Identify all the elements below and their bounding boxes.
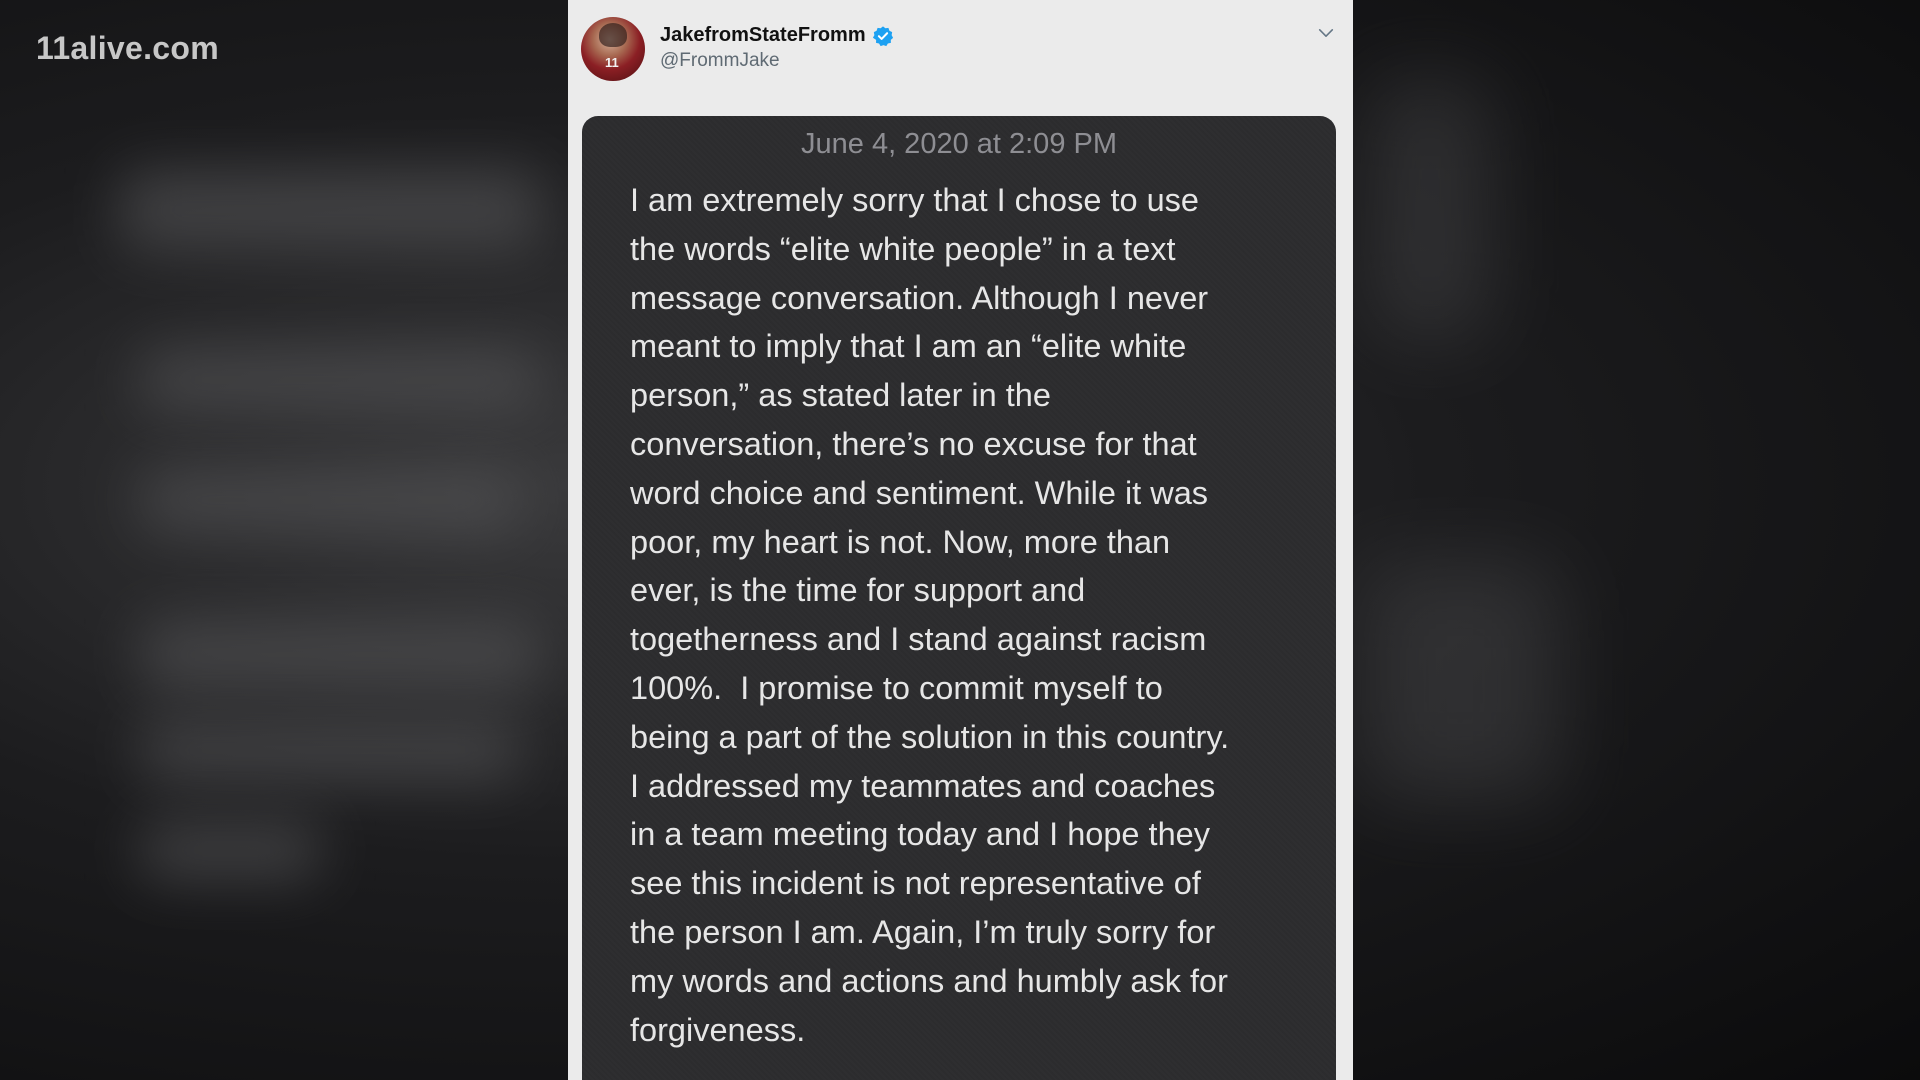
video-frame: 11alive.com 11 JakefromStateFromm @Fromm… (0, 0, 1920, 1080)
statement-line: conversation, there’s no excuse for that (630, 425, 1197, 462)
verified-badge-icon (872, 25, 893, 46)
attached-screenshot-image[interactable]: June 4, 2020 at 2:09 PM I am extremely s… (582, 116, 1336, 1080)
statement-line: I am extremely sorry that I chose to use (630, 182, 1199, 218)
statement-line: word choice and sentiment. While it was (630, 474, 1209, 511)
blurred-background-block (140, 470, 520, 530)
channel-watermark: 11alive.com (36, 30, 219, 66)
statement-line: see this incident is not representative … (630, 865, 1201, 902)
statement-line: the person I am. Again, I’m truly sorry … (630, 913, 1216, 950)
statement-line: the words “elite white people” in a text (630, 230, 1176, 267)
blurred-background-block (1370, 80, 1490, 340)
chevron-down-icon[interactable] (1317, 24, 1335, 42)
display-name[interactable]: JakefromStateFromm (660, 24, 866, 47)
avatar[interactable]: 11 (581, 17, 645, 81)
blurred-background-block (140, 720, 520, 780)
statement-line: ever, is the time for support and (630, 572, 1086, 609)
user-handle[interactable]: @FrommJake (660, 50, 780, 72)
statement-line: forgiveness. (630, 1011, 806, 1048)
tweet-card: 11 JakefromStateFromm @FrommJake June 4,… (568, 0, 1353, 1080)
statement-line: person,” as stated later in the (630, 377, 1051, 414)
statement-line: meant to imply that I am an “elite white (630, 328, 1187, 365)
blurred-background-block (140, 620, 540, 690)
blurred-background-block (140, 820, 320, 880)
note-timestamp: June 4, 2020 at 2:09 PM (801, 128, 1117, 160)
avatar-helmet (599, 23, 627, 47)
statement-line: I addressed my teammates and coaches (630, 767, 1216, 804)
statement-line: being a part of the solution in this cou… (630, 718, 1230, 755)
blurred-background-block (120, 170, 540, 250)
blurred-background-block (140, 350, 540, 410)
statement-line: togetherness and I stand against racism (630, 621, 1207, 658)
statement-line: poor, my heart is not. Now, more than (630, 523, 1171, 560)
statement-line: in a team meeting today and I hope they (630, 816, 1210, 853)
blurred-background-block (1360, 560, 1560, 800)
display-name-row: JakefromStateFromm (660, 24, 894, 47)
statement-line: message conversation. Although I never (630, 279, 1209, 316)
statement-line: 100%. I promise to commit myself to (630, 669, 1163, 706)
statement-text: I am extremely sorry that I chose to use… (630, 176, 1302, 1054)
statement-line: my words and actions and humbly ask for (630, 962, 1228, 999)
avatar-jersey-number: 11 (605, 55, 619, 70)
tweet-header: 11 JakefromStateFromm @FrommJake (568, 0, 1353, 110)
